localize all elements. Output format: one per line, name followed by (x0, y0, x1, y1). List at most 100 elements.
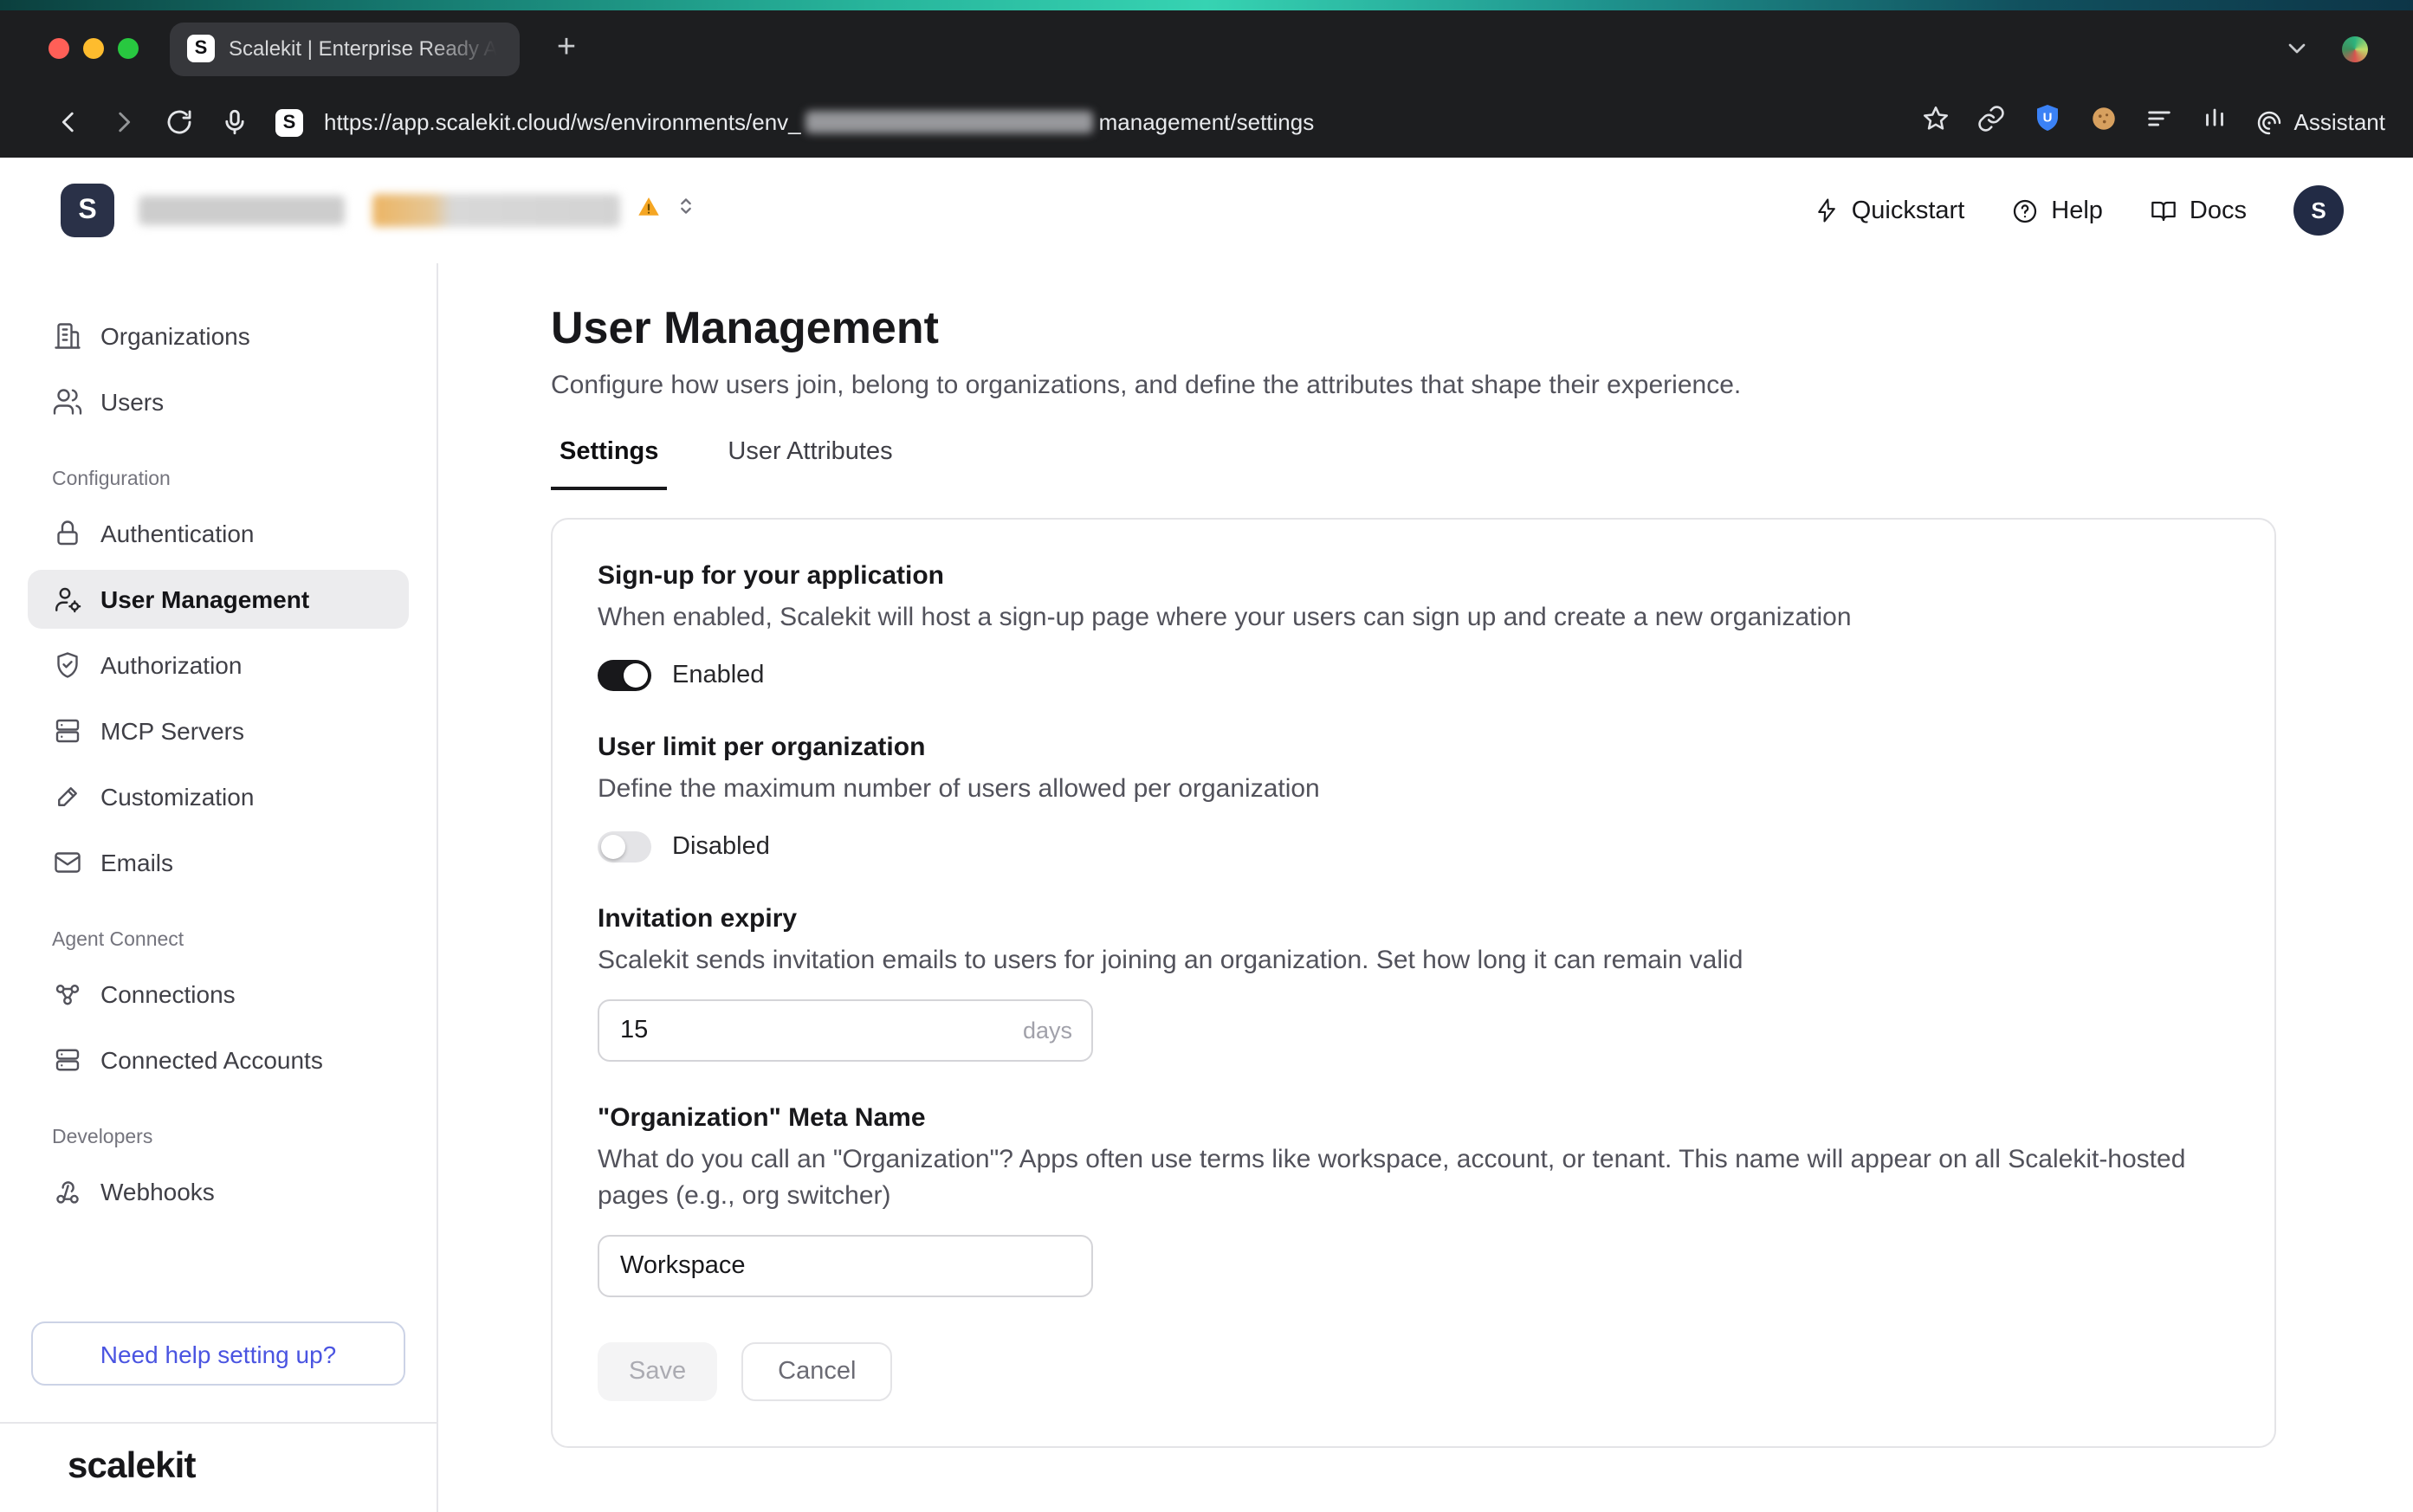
help-link[interactable]: Help (2011, 197, 2103, 224)
microphone-icon[interactable] (210, 98, 258, 146)
sidebar-footer: scalekit (0, 1422, 437, 1512)
new-tab-button[interactable]: + (544, 26, 589, 71)
users-icon (52, 386, 83, 417)
redacted-environment-id (806, 111, 1094, 133)
sidebar-item-emails[interactable]: Emails (28, 833, 409, 892)
tab-bar: Settings User Attributes (551, 438, 2413, 490)
sidebar-item-connected-accounts[interactable]: Connected Accounts (28, 1031, 409, 1089)
sidebar-item-authorization[interactable]: Authorization (28, 636, 409, 695)
tab-user-attributes[interactable]: User Attributes (719, 438, 901, 490)
url-bar[interactable]: https://app.scalekit.cloud/ws/environmen… (324, 109, 1314, 135)
user-limit-toggle-label: Disabled (672, 833, 770, 861)
settings-card: Sign-up for your application When enable… (551, 518, 2276, 1448)
reader-list-icon[interactable] (2145, 103, 2175, 141)
sidebar-item-authentication[interactable]: Authentication (28, 504, 409, 563)
sidebar-item-customization[interactable]: Customization (28, 767, 409, 826)
tab-search-chevron-icon[interactable] (2283, 35, 2311, 62)
shield-check-icon (52, 649, 83, 681)
forward-button[interactable] (99, 98, 147, 146)
docs-link[interactable]: Docs (2150, 197, 2247, 224)
window-controls (49, 38, 139, 59)
browser-profile-icon[interactable] (2342, 36, 2368, 61)
user-limit-desc: Define the maximum number of users allow… (598, 771, 2229, 807)
quickstart-link[interactable]: Quickstart (1814, 197, 1965, 224)
org-meta-input[interactable] (598, 1235, 1093, 1297)
scalekit-logo: S (61, 184, 114, 237)
assistant-swirl-icon (2256, 108, 2284, 136)
signup-toggle[interactable] (598, 660, 651, 691)
tab-title: Scalekit | Enterprise Ready A (229, 36, 502, 61)
main-content: User Management Configure how users join… (438, 263, 2413, 1512)
user-limit-toggle[interactable] (598, 831, 651, 863)
signup-toggle-label: Enabled (672, 662, 764, 689)
lock-icon (52, 518, 83, 549)
invitation-expiry-title: Invitation expiry (598, 904, 2229, 934)
minimize-window-button[interactable] (83, 38, 104, 59)
brush-icon (52, 781, 83, 812)
server-icon (52, 715, 83, 746)
connections-icon (52, 979, 83, 1010)
signup-title: Sign-up for your application (598, 561, 2229, 591)
sidebar-item-connections[interactable]: Connections (28, 965, 409, 1024)
browser-tab[interactable]: S Scalekit | Enterprise Ready A (170, 22, 520, 75)
user-limit-section: User limit per organization Define the m… (598, 733, 2229, 863)
signup-desc: When enabled, Scalekit will host a sign-… (598, 599, 2229, 636)
save-button[interactable]: Save (598, 1342, 717, 1401)
tab-strip: S Scalekit | Enterprise Ready A + (0, 10, 2413, 87)
webhook-icon (52, 1176, 83, 1207)
need-help-button[interactable]: Need help setting up? (31, 1321, 405, 1386)
org-meta-title: "Organization" Meta Name (598, 1103, 2229, 1133)
tab-settings[interactable]: Settings (551, 438, 667, 490)
cookie-extension-icon[interactable] (2090, 103, 2119, 141)
cancel-button[interactable]: Cancel (741, 1342, 892, 1401)
sidebar: Organizations Users Configuration Authen… (0, 263, 438, 1512)
organizations-icon (52, 320, 83, 352)
browser-window: S Scalekit | Enterprise Ready A + S http… (0, 0, 2413, 1512)
sidebar-item-organizations[interactable]: Organizations (28, 307, 409, 365)
connected-accounts-icon (52, 1044, 83, 1076)
url-suffix: management/settings (1099, 109, 1315, 135)
warning-icon (636, 193, 662, 228)
user-limit-title: User limit per organization (598, 733, 2229, 762)
equalizer-icon[interactable] (2201, 103, 2230, 141)
invitation-expiry-desc: Scalekit sends invitation emails to user… (598, 942, 2229, 979)
close-window-button[interactable] (49, 38, 69, 59)
browser-toolbar: S https://app.scalekit.cloud/ws/environm… (0, 87, 2413, 158)
window-top-gradient (0, 0, 2413, 10)
invitation-expiry-unit: days (1023, 1018, 1072, 1044)
zoom-window-button[interactable] (118, 38, 139, 59)
docs-book-icon (2150, 197, 2177, 224)
user-avatar[interactable]: S (2293, 185, 2344, 236)
lightning-icon (1814, 197, 1840, 223)
signup-section: Sign-up for your application When enable… (598, 561, 2229, 691)
user-gear-icon (52, 584, 83, 615)
app-header: S Quickstart Help Docs S (0, 158, 2413, 263)
adblock-shield-icon[interactable]: U (2033, 102, 2064, 142)
help-circle-icon (2011, 197, 2039, 224)
sidebar-item-mcp-servers[interactable]: MCP Servers (28, 701, 409, 760)
sidebar-item-users[interactable]: Users (28, 372, 409, 431)
back-button[interactable] (43, 98, 92, 146)
svg-text:U: U (2043, 111, 2053, 126)
bookmark-star-icon[interactable] (1922, 103, 1951, 141)
reload-button[interactable] (154, 98, 203, 146)
scalekit-favicon-icon: S (187, 35, 215, 62)
scalekit-wordmark: scalekit (68, 1446, 196, 1486)
org-meta-desc: What do you call an "Organization"? Apps… (598, 1141, 2229, 1214)
sidebar-item-user-management[interactable]: User Management (28, 570, 409, 629)
page-subtitle: Configure how users join, belong to orga… (551, 371, 2413, 400)
environment-switcher-chevrons-icon[interactable] (674, 194, 698, 227)
redacted-workspace-name (139, 196, 345, 225)
invitation-expiry-input[interactable] (598, 999, 1093, 1062)
sidebar-section-agent-connect: Agent Connect (52, 930, 409, 951)
redacted-environment-badge (372, 194, 620, 227)
invitation-expiry-section: Invitation expiry Scalekit sends invitat… (598, 904, 2229, 1062)
url-prefix: https://app.scalekit.cloud/ws/environmen… (324, 109, 801, 135)
page-title: User Management (551, 298, 2413, 357)
assistant-button[interactable]: Assistant (2256, 108, 2386, 136)
assistant-label: Assistant (2294, 109, 2386, 135)
sidebar-section-developers: Developers (52, 1128, 409, 1148)
sidebar-item-webhooks[interactable]: Webhooks (28, 1162, 409, 1221)
mail-icon (52, 847, 83, 878)
copy-link-icon[interactable] (1977, 103, 2007, 141)
